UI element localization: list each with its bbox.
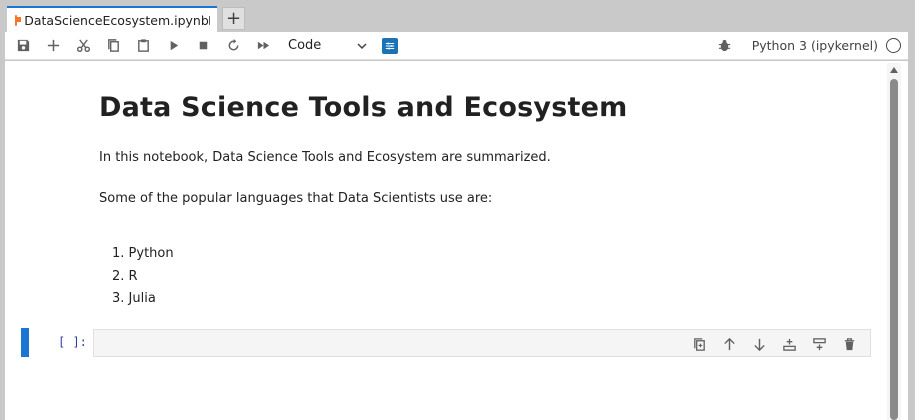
- insert-below-button[interactable]: [804, 334, 834, 354]
- duplicate-cell-button[interactable]: [684, 334, 714, 354]
- save-icon: [17, 39, 29, 52]
- insert-below-icon: [812, 337, 826, 350]
- page-title: Data Science Tools and Ecosystem: [99, 92, 628, 123]
- duplicate-icon: [693, 337, 705, 351]
- cut-icon: [76, 39, 90, 53]
- tab-notebook[interactable]: DataScienceEcosystem.ipynb: [7, 6, 217, 32]
- list-item: 3. Julia: [99, 291, 174, 314]
- insert-cell-button[interactable]: [38, 32, 68, 60]
- cell-toolbar: [684, 334, 864, 354]
- languages-intro-text: Some of the popular languages that Data …: [99, 191, 493, 206]
- fast-forward-icon: [257, 41, 269, 50]
- kernel-idle-icon: [886, 38, 901, 53]
- cell-type-value: Code: [288, 38, 322, 53]
- bug-icon: [719, 39, 731, 52]
- stop-icon: [199, 41, 207, 50]
- add-cell-icon: [47, 39, 59, 52]
- tab-bar: DataScienceEcosystem.ipynb +: [0, 0, 915, 32]
- list-item: 1. Python: [99, 246, 174, 269]
- cell-collapser[interactable]: [21, 328, 29, 357]
- save-button[interactable]: [8, 32, 38, 60]
- insert-above-icon: [782, 338, 796, 351]
- move-down-button[interactable]: [744, 334, 774, 354]
- notebook-panel: Data Science Tools and Ecosystem In this…: [5, 61, 908, 420]
- chevron-down-icon: [357, 42, 367, 49]
- delete-cell-button[interactable]: [834, 334, 864, 354]
- list-item-label: Python: [128, 246, 174, 261]
- run-icon: [170, 40, 178, 51]
- list-number: 1.: [112, 246, 125, 261]
- scrollbar-thumb[interactable]: [890, 79, 898, 420]
- sliders-icon: [385, 42, 395, 49]
- list-item-label: Julia: [128, 291, 156, 306]
- move-up-icon: [723, 337, 735, 350]
- list-number: 2.: [112, 268, 125, 284]
- list-number: 3.: [112, 291, 125, 306]
- copy-button[interactable]: [98, 32, 128, 60]
- cut-button[interactable]: [68, 32, 98, 60]
- restart-icon: [228, 38, 238, 51]
- paste-button[interactable]: [128, 32, 158, 60]
- notebook-toolbar: Code Python 3 (ipykernel): [5, 32, 908, 60]
- move-down-icon: [753, 338, 765, 351]
- insert-above-button[interactable]: [774, 334, 804, 354]
- languages-list: 1. Python 2. R 3. Julia: [99, 246, 174, 314]
- kernel-name[interactable]: Python 3 (ipykernel): [752, 38, 878, 53]
- restart-button[interactable]: [218, 32, 248, 60]
- copy-icon: [107, 39, 119, 52]
- scroll-up-arrow-icon[interactable]: [890, 67, 898, 73]
- run-button[interactable]: [158, 32, 188, 60]
- notebook-icon: [15, 14, 22, 26]
- vertical-scrollbar[interactable]: [887, 63, 901, 420]
- new-tab-button[interactable]: +: [222, 7, 245, 30]
- list-item: 2. R: [99, 269, 174, 292]
- tab-label: DataScienceEcosystem.ipynb: [24, 12, 209, 28]
- code-cell[interactable]: [ ]:: [5, 328, 875, 358]
- cell-type-select[interactable]: Code: [288, 35, 372, 57]
- move-up-button[interactable]: [714, 334, 744, 354]
- input-prompt: [ ]:: [58, 335, 87, 349]
- list-item-label: R: [128, 268, 138, 284]
- code-editor[interactable]: [93, 329, 871, 357]
- intro-text: In this notebook, Data Science Tools and…: [99, 150, 551, 165]
- delete-icon: [844, 337, 854, 350]
- interrupt-button[interactable]: [188, 32, 218, 60]
- restart-run-all-button[interactable]: [248, 32, 278, 60]
- property-inspector-button[interactable]: [382, 37, 398, 54]
- debugger-button[interactable]: [710, 32, 740, 60]
- paste-icon: [137, 39, 149, 52]
